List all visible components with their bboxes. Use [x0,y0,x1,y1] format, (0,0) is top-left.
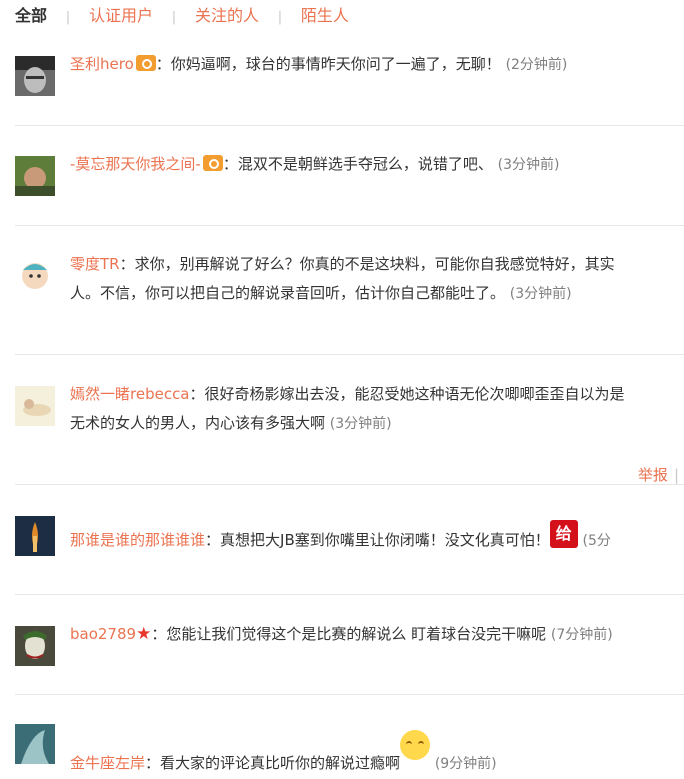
comment-username[interactable]: 圣利hero [70,55,134,73]
comment-username[interactable]: 嫣然一睹rebecca [70,385,190,403]
avatar[interactable] [15,626,55,666]
avatar[interactable] [15,56,55,96]
comment-body: 嫣然一睹rebecca：很好奇杨影嫁出去没，能忍受她这种语无伦次唧唧歪歪自以为是… [70,380,684,439]
tab-separator: | [277,10,283,25]
gift-icon[interactable]: 给 [549,520,578,548]
tab-separator: | [171,10,177,25]
comment-time: (3分钟前) [509,286,572,302]
comment-body: 零度TR：求你，别再解说了好么？你真的不是这块料，可能你自我感觉特好，其实 人。… [70,250,684,309]
avatar[interactable] [15,724,55,764]
comment-text: ：真想把大JB塞到你嘴里让你闭嘴！没文化真可怕！ [205,531,550,549]
camera-badge-icon[interactable] [202,155,223,171]
comment-text: ：您能让我们觉得这个是比赛的解说么 盯着球台没完干嘛呢 [151,625,547,643]
report-link[interactable]: 举报 [638,466,668,484]
avatar[interactable] [15,386,55,426]
comment-text: 无术的女人的男人，内心该有多强大啊 [70,414,326,432]
comment-time: (9分钟前) [434,756,497,772]
comment-body: 金牛座左岸：看大家的评论真比听你的解说过瘾啊 (9分钟前) [70,730,684,779]
comment-time: (3分钟前) [497,157,560,173]
comment-time: (7分钟前) [550,627,613,643]
tab-verified[interactable]: 认证用户 [89,2,153,26]
divider [15,484,684,485]
tab-strangers[interactable]: 陌生人 [301,2,349,26]
comment-username[interactable]: 金牛座左岸 [70,754,145,772]
comment-body: -莫忘那天你我之间- ：混双不是朝鲜选手夺冠么，说错了吧、 (3分钟前) [70,150,684,180]
comment-text: ：求你，别再解说了好么？你真的不是这块料，可能你自我感觉特好，其实 [119,255,615,273]
comment-time: (2分钟前) [505,57,568,73]
comment-body: 那谁是谁的那谁谁谁：真想把大JB塞到你嘴里让你闭嘴！没文化真可怕！给 (5分 [70,520,684,556]
comment-time: (3分钟前) [329,416,392,432]
divider [15,125,684,126]
comment-username[interactable]: bao2789 [70,625,136,643]
comment-username[interactable]: 零度TR [70,255,120,273]
comment-text: ：很好奇杨影嫁出去没，能忍受她这种语无伦次唧唧歪歪自以为是 [189,385,625,403]
comment-text: ：你妈逼啊，球台的事情昨天你问了一遍了，无聊！ [155,55,501,73]
star-badge-icon[interactable]: ★ [136,624,151,644]
divider [15,594,684,595]
comment-filter-tabs: 全部 | 认证用户 | 关注的人 | 陌生人 [15,2,349,26]
comment-text: 人。不信，你可以把自己的解说录音回听，估计你自己都能吐了。 [70,284,506,302]
divider [15,354,684,355]
report-action: 举报 | [638,464,679,485]
camera-badge-icon[interactable] [135,55,156,71]
avatar[interactable] [15,516,55,556]
comment-time: (5分 [582,533,611,549]
emoji-icon [400,730,431,760]
avatar[interactable] [15,156,55,196]
tab-separator: | [65,10,71,25]
action-separator: | [673,466,679,484]
comment-text: ：看大家的评论真比听你的解说过瘾啊 [145,754,401,772]
avatar[interactable] [15,256,55,296]
tab-all[interactable]: 全部 [15,2,47,26]
comment-username[interactable]: 那谁是谁的那谁谁谁 [70,531,205,549]
comment-body: bao2789★：您能让我们觉得这个是比赛的解说么 盯着球台没完干嘛呢 (7分钟… [70,620,684,650]
comment-body: 圣利hero ：你妈逼啊，球台的事情昨天你问了一遍了，无聊！ (2分钟前) [70,50,684,80]
divider [15,694,684,695]
comment-username[interactable]: -莫忘那天你我之间- [70,155,201,173]
divider [15,225,684,226]
comment-text: ：混双不是朝鲜选手夺冠么，说错了吧、 [222,155,493,173]
tab-following[interactable]: 关注的人 [195,2,259,26]
